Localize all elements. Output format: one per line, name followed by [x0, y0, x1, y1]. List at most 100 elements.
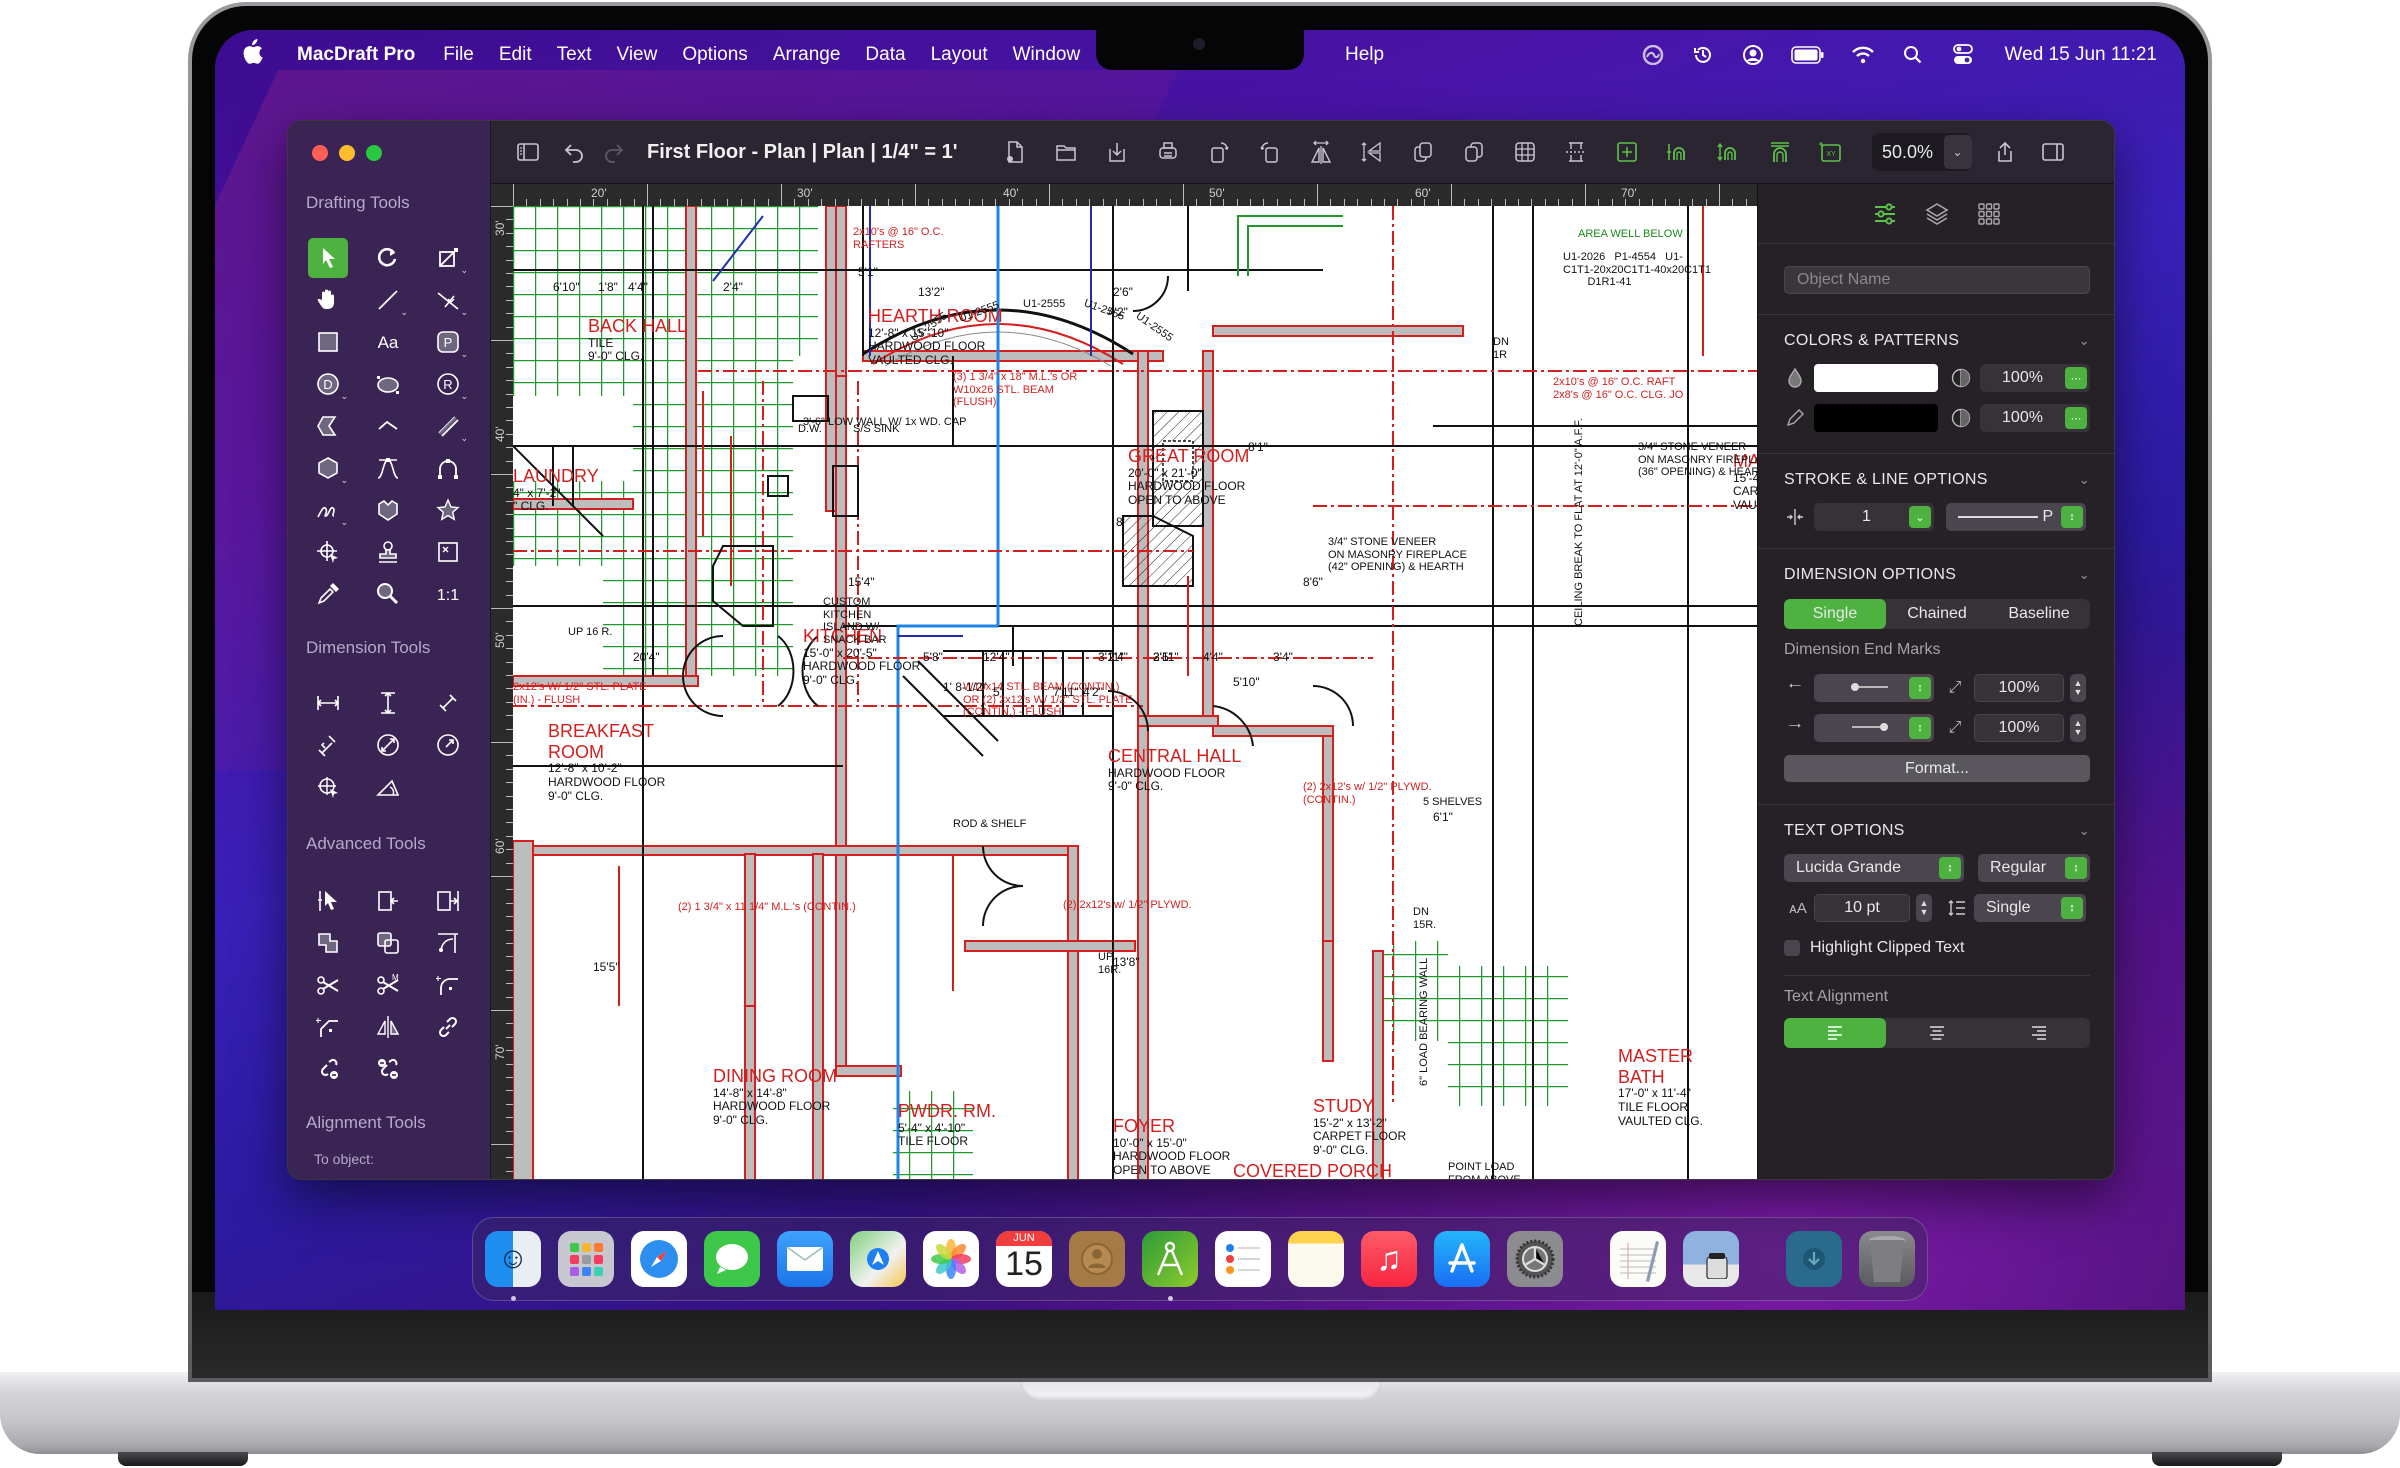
new-document-icon[interactable]: [998, 135, 1032, 169]
unlink-tool[interactable]: [308, 1049, 348, 1089]
text-options-header[interactable]: TEXT OPTIONS ⌄: [1784, 819, 2090, 843]
align-left-button[interactable]: [1784, 1018, 1886, 1048]
star-tool[interactable]: [428, 490, 468, 530]
menu-app-name[interactable]: MacDraft Pro: [297, 44, 415, 66]
line-tool[interactable]: ⌄: [368, 280, 408, 320]
dock-item-mail[interactable]: [777, 1231, 833, 1287]
corner-round-tool[interactable]: [428, 965, 468, 1005]
chevron-shape-tool[interactable]: [308, 406, 348, 446]
line-weight-field[interactable]: 1 ⌄: [1814, 503, 1934, 531]
dock-item-notes[interactable]: [1288, 1231, 1344, 1287]
dock-item-textedit[interactable]: [1610, 1231, 1666, 1287]
snap-grid-icon[interactable]: [1610, 135, 1644, 169]
scissors-tool[interactable]: [308, 965, 348, 1005]
regular-polygon-tool[interactable]: ⌄: [308, 448, 348, 488]
selection-tool[interactable]: [308, 238, 348, 278]
dimension-mode-chained[interactable]: Chained: [1886, 599, 1988, 629]
pen-pattern-button[interactable]: ⋯: [2065, 407, 2087, 429]
actual-size-tool[interactable]: 1:1: [428, 574, 468, 614]
wifi-icon[interactable]: [1851, 43, 1875, 67]
zoom-tool[interactable]: [368, 574, 408, 614]
font-size-field[interactable]: 10 pt: [1814, 894, 1910, 922]
close-window-button[interactable]: [312, 145, 328, 161]
snap-edge-icon[interactable]: [1763, 135, 1797, 169]
tool-menu-chevron-icon[interactable]: ⌄: [460, 265, 468, 276]
freehand-tool[interactable]: ⌄: [308, 490, 348, 530]
dock-item-messages[interactable]: [704, 1231, 760, 1287]
resize-tool[interactable]: ⌄: [428, 238, 468, 278]
music-app-icon[interactable]: ♫: [1361, 1231, 1417, 1287]
tool-menu-chevron-icon[interactable]: ⌄: [460, 307, 468, 318]
user-icon[interactable]: [1741, 43, 1765, 67]
text-tool[interactable]: Aa: [368, 322, 408, 362]
pen-opacity-field[interactable]: 100% ⋯: [1980, 404, 2090, 432]
unlink-all-tool[interactable]: [368, 1049, 408, 1089]
tool-menu-chevron-icon[interactable]: ⌄: [460, 391, 468, 402]
rectangle-tool[interactable]: [308, 322, 348, 362]
radius-dimension-tool[interactable]: [428, 725, 468, 765]
multi-scissors-tool[interactable]: M: [368, 965, 408, 1005]
dock-item-preview[interactable]: [1683, 1231, 1739, 1287]
textedit-app-icon[interactable]: [1610, 1231, 1666, 1287]
end-mark-stepper[interactable]: ↕: [1909, 717, 1931, 739]
menu-window[interactable]: Window: [1013, 44, 1081, 66]
freehand-line-tool[interactable]: [368, 406, 408, 446]
trim-tool[interactable]: [428, 881, 468, 921]
tool-menu-chevron-icon[interactable]: ⌄: [340, 475, 348, 486]
show-coordinates-icon[interactable]: XY: [1814, 135, 1848, 169]
mirror-tool[interactable]: [368, 1007, 408, 1047]
tool-menu-chevron-icon[interactable]: ⌄: [340, 517, 348, 528]
bring-forward-icon[interactable]: [1406, 135, 1440, 169]
fill-opacity-field[interactable]: 100% ⋯: [1980, 364, 2090, 392]
drawing-canvas[interactable]: HEARTH ROOM 12'-8" x 15'-10" HARDWOOD FLO…: [513, 206, 1757, 1179]
line-weight-dropdown[interactable]: ⌄: [1909, 506, 1931, 528]
highlight-clipped-checkbox[interactable]: [1784, 940, 1800, 956]
fillet-tool[interactable]: [428, 923, 468, 963]
align-right-button[interactable]: [1988, 1018, 2090, 1048]
safari-app-icon[interactable]: [631, 1231, 687, 1287]
menu-text[interactable]: Text: [557, 44, 592, 66]
messages-app-icon[interactable]: [704, 1231, 760, 1287]
dock-item-photos[interactable]: [923, 1231, 979, 1287]
snap-object-icon[interactable]: [1661, 135, 1695, 169]
arc-tool[interactable]: [428, 448, 468, 488]
dimension-options-header[interactable]: DIMENSION OPTIONS ⌄: [1784, 563, 2090, 587]
system-preferences-app-icon[interactable]: [1507, 1231, 1563, 1287]
stamp-tool[interactable]: [368, 532, 408, 572]
dock-item-contacts[interactable]: [1069, 1231, 1125, 1287]
line-spacing-stepper[interactable]: ↕: [2061, 897, 2083, 919]
polygon-p-tool[interactable]: P ⌄: [428, 322, 468, 362]
maps-app-icon[interactable]: [850, 1231, 906, 1287]
mail-app-icon[interactable]: [777, 1231, 833, 1287]
properties-icon[interactable]: [1870, 199, 1900, 229]
start-mark-scale-stepper[interactable]: ▲ ▼: [2070, 674, 2086, 702]
toggle-sidebar-icon[interactable]: [511, 135, 545, 169]
dimension-mode-baseline[interactable]: Baseline: [1988, 599, 2090, 629]
downloads-app-icon[interactable]: [1786, 1231, 1842, 1287]
chevron-down-icon[interactable]: ⌄: [2079, 472, 2090, 488]
combine-tool[interactable]: [308, 923, 348, 963]
menu-layout[interactable]: Layout: [931, 44, 988, 66]
dock-item-reminders[interactable]: [1215, 1231, 1271, 1287]
preview-app-icon[interactable]: [1683, 1231, 1739, 1287]
dock-item-downloads[interactable]: [1786, 1231, 1842, 1287]
flip-vertical-icon[interactable]: [1355, 135, 1389, 169]
format-button[interactable]: Format...: [1784, 755, 2090, 782]
dock-item-maps[interactable]: [850, 1231, 906, 1287]
creative-cloud-icon[interactable]: [1641, 43, 1665, 67]
dimension-mode-single[interactable]: Single: [1784, 599, 1886, 629]
center-dimension-tool[interactable]: [308, 767, 348, 807]
reshape-tool[interactable]: [308, 881, 348, 921]
wall-tool[interactable]: ⌄: [428, 406, 468, 446]
calendar-app-icon[interactable]: JUN 15: [996, 1231, 1052, 1287]
colors-patterns-header[interactable]: COLORS & PATTERNS ⌄: [1784, 329, 2090, 353]
shape-tool[interactable]: [368, 490, 408, 530]
trash-app-icon[interactable]: [1859, 1231, 1915, 1287]
slope-dimension-tool[interactable]: [428, 683, 468, 723]
photos-app-icon[interactable]: [923, 1231, 979, 1287]
toggle-inspector-icon[interactable]: [2036, 135, 2070, 169]
intersect-tool[interactable]: [368, 923, 408, 963]
tool-menu-chevron-icon[interactable]: ⌄: [460, 349, 468, 360]
perpendicular-line-tool[interactable]: ⌄: [428, 280, 468, 320]
font-style-stepper[interactable]: ↕: [2065, 857, 2087, 879]
